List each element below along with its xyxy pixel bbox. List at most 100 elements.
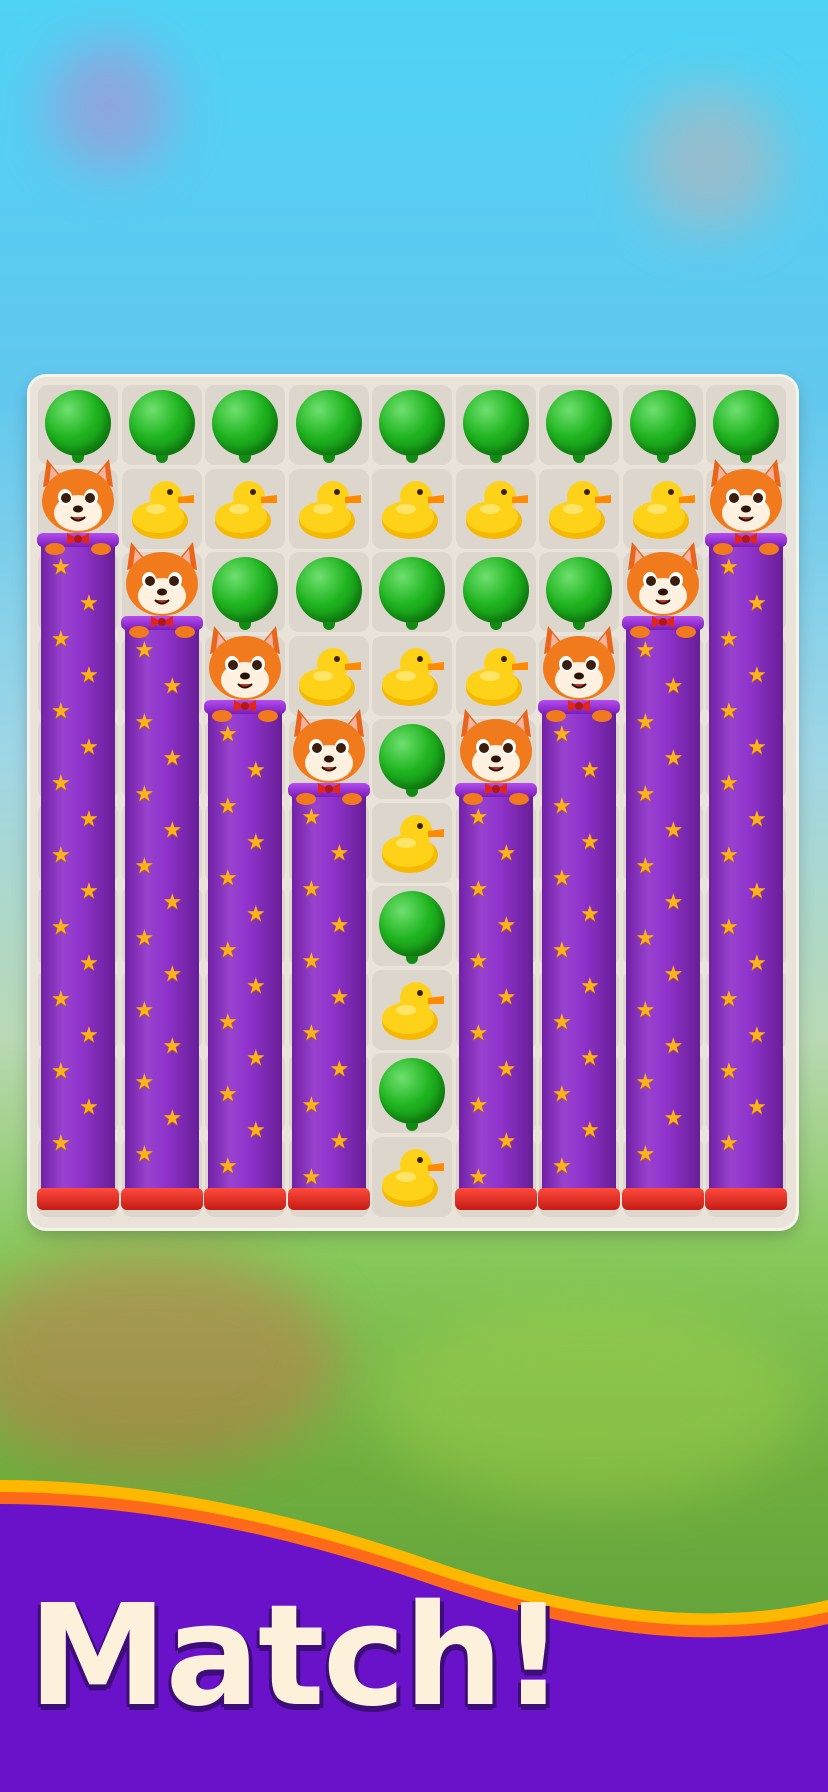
star-icon: ★ <box>134 998 155 1023</box>
star-icon: ★ <box>51 1130 71 1156</box>
fox-icon[interactable] <box>33 451 123 555</box>
balloon-icon[interactable] <box>295 390 362 463</box>
star-icon: ★ <box>79 590 99 616</box>
star-icon: ★ <box>663 1034 684 1059</box>
star-icon: ★ <box>719 1130 739 1156</box>
star-icon: ★ <box>79 1022 99 1048</box>
star-icon: ★ <box>747 878 767 904</box>
star-icon: ★ <box>635 782 656 807</box>
fox-icon[interactable] <box>284 701 374 805</box>
duck-icon[interactable] <box>376 1141 448 1213</box>
star-icon: ★ <box>719 914 739 940</box>
balloon-icon[interactable] <box>295 557 362 630</box>
star-icon: ★ <box>747 1022 767 1048</box>
balloon-icon[interactable] <box>379 891 445 964</box>
balloon-icon[interactable] <box>546 390 612 463</box>
background-balloon-left <box>50 40 170 170</box>
star-icon: ★ <box>51 914 71 940</box>
star-icon: ★ <box>468 877 489 902</box>
star-icon: ★ <box>719 842 739 868</box>
star-icon: ★ <box>747 950 767 976</box>
star-icon: ★ <box>580 829 600 855</box>
star-pillar: ★ ★ ★ ★ ★ ★ ★ ★ ★ ★ ★ ★ ★ ★ ★ <box>621 616 704 1210</box>
star-icon: ★ <box>246 829 266 855</box>
star-icon: ★ <box>329 985 350 1010</box>
star-icon: ★ <box>552 1153 572 1179</box>
star-icon: ★ <box>580 757 600 783</box>
duck-icon[interactable] <box>209 473 281 545</box>
duck-icon[interactable] <box>543 473 615 545</box>
duck-icon[interactable] <box>376 974 448 1046</box>
fox-icon[interactable] <box>701 451 791 555</box>
star-icon: ★ <box>162 674 183 699</box>
fox-icon[interactable] <box>618 534 708 638</box>
star-icon: ★ <box>719 770 739 796</box>
star-icon: ★ <box>134 926 155 951</box>
balloon-icon[interactable] <box>212 390 278 463</box>
star-icon: ★ <box>552 865 572 891</box>
duck-icon[interactable] <box>376 807 448 879</box>
balloon-icon[interactable] <box>379 390 445 463</box>
star-icon: ★ <box>51 626 71 652</box>
star-icon: ★ <box>468 805 489 830</box>
balloon-icon[interactable] <box>629 390 696 463</box>
star-icon: ★ <box>496 841 517 866</box>
balloon-icon[interactable] <box>379 557 445 630</box>
star-icon: ★ <box>552 793 572 819</box>
star-icon: ★ <box>79 878 99 904</box>
star-icon: ★ <box>496 913 517 938</box>
balloon-icon[interactable] <box>379 724 445 797</box>
star-icon: ★ <box>580 1045 600 1071</box>
balloon-icon[interactable] <box>379 1058 445 1131</box>
background-balloon-right <box>640 90 780 230</box>
fox-icon[interactable] <box>534 618 624 722</box>
star-icon: ★ <box>663 818 684 843</box>
star-icon: ★ <box>635 638 656 663</box>
star-icon: ★ <box>663 890 684 915</box>
star-icon: ★ <box>329 841 350 866</box>
star-pillar: ★ ★ ★ ★ ★ ★ ★ ★ ★ ★ ★ ★ ★ ★ ★ ★ ★ <box>705 532 787 1210</box>
duck-icon[interactable] <box>376 640 448 712</box>
star-pillar: ★ ★ ★ ★ ★ ★ ★ ★ ★ ★ ★ <box>454 783 537 1210</box>
star-pillar: ★ ★ ★ ★ ★ ★ ★ ★ ★ ★ ★ ★ ★ <box>204 699 286 1210</box>
star-icon: ★ <box>79 662 99 688</box>
pillar-base <box>454 1188 537 1210</box>
fox-icon[interactable] <box>451 701 541 805</box>
star-icon: ★ <box>301 805 322 830</box>
star-icon: ★ <box>663 962 684 987</box>
star-icon: ★ <box>134 1070 155 1095</box>
pillar-base <box>538 1188 620 1210</box>
balloon-icon[interactable] <box>212 557 278 630</box>
star-icon: ★ <box>747 590 767 616</box>
duck-icon[interactable] <box>460 473 532 545</box>
game-board: ★ ★ ★ ★ ★ ★ ★ ★ ★ ★ ★ ★ ★ ★ ★ ★ ★ ★ ★ ★ ★ ★ ★ ★ ★ ★ ★ ★ ★ ★ ★ ★ ★ ★ ★ ★ ★ ★… <box>30 377 796 1228</box>
balloon-icon[interactable] <box>713 390 779 463</box>
duck-icon[interactable] <box>293 473 365 545</box>
star-icon: ★ <box>218 937 238 963</box>
match-title: Match! <box>28 1575 565 1738</box>
balloon-icon[interactable] <box>128 390 195 463</box>
star-icon: ★ <box>635 998 656 1023</box>
star-icon: ★ <box>134 1142 155 1167</box>
pillar-base <box>120 1188 203 1210</box>
star-icon: ★ <box>79 950 99 976</box>
pillar-base <box>705 1188 787 1210</box>
star-icon: ★ <box>552 721 572 747</box>
star-icon: ★ <box>301 1165 322 1190</box>
balloon-icon[interactable] <box>462 557 529 630</box>
fox-icon[interactable] <box>200 618 290 722</box>
star-icon: ★ <box>635 854 656 879</box>
star-icon: ★ <box>468 1165 489 1190</box>
star-icon: ★ <box>468 1021 489 1046</box>
duck-icon[interactable] <box>376 473 448 545</box>
pillar-base <box>621 1188 704 1210</box>
star-icon: ★ <box>329 913 350 938</box>
balloon-icon[interactable] <box>45 390 111 463</box>
star-icon: ★ <box>552 1081 572 1107</box>
star-icon: ★ <box>747 662 767 688</box>
fox-icon[interactable] <box>117 534 207 638</box>
balloon-icon[interactable] <box>546 557 612 630</box>
star-icon: ★ <box>134 710 155 735</box>
balloon-icon[interactable] <box>462 390 529 463</box>
star-icon: ★ <box>747 806 767 832</box>
